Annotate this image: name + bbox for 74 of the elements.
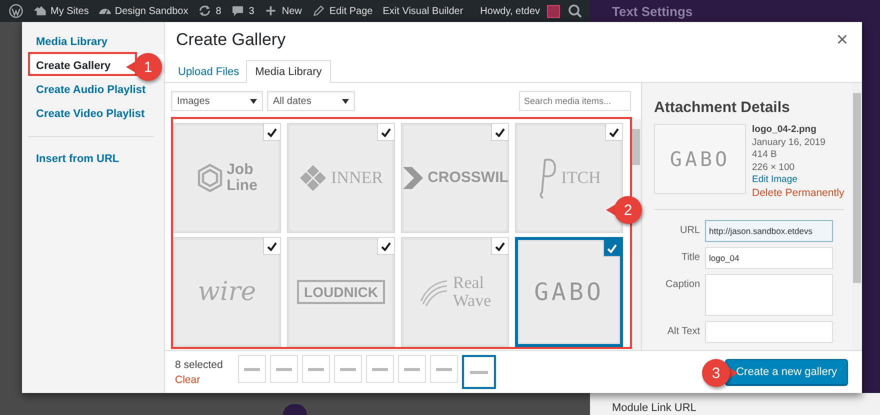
logo-text: GABO [534, 278, 604, 306]
houses-icon [33, 4, 46, 18]
comment-icon [231, 4, 245, 18]
chevron-mark-icon [402, 165, 424, 191]
field-label: Module Link URL [612, 402, 696, 414]
field-label: URL [678, 224, 700, 236]
edit-image-link[interactable]: Edit Image [752, 174, 844, 186]
sidebar-link[interactable]: Insert from URL [28, 136, 154, 171]
logo-text: ITCH [561, 169, 601, 187]
search-icon[interactable] [568, 4, 582, 18]
admin-bar-item[interactable]: My Sites [28, 0, 94, 22]
logo-text: wire [198, 277, 256, 307]
exit-builder-link[interactable]: Exit Visual Builder [378, 0, 468, 22]
pencil-icon [312, 4, 326, 18]
image-dimensions: 226 × 100 [752, 162, 796, 174]
logo-text: LOUDNICK [297, 280, 385, 304]
wordpress-icon[interactable] [9, 4, 23, 18]
logo-text: Real Wave [452, 274, 492, 310]
file-name: logo_04-2.png [752, 124, 818, 136]
logo-text: CROSSWIL [428, 170, 508, 186]
admin-bar-item[interactable]: Design Sandbox [94, 0, 194, 22]
avatar [547, 4, 560, 18]
panel-title: Text Settings [612, 4, 693, 19]
tab[interactable]: Upload Files [171, 60, 246, 83]
upload-date: January 16, 2019 [752, 136, 826, 149]
field-label: Caption [664, 278, 700, 290]
admin-bar-item[interactable]: New [259, 0, 307, 22]
field-label: Alt Text [666, 325, 700, 337]
refresh-icon [198, 4, 212, 18]
dialog-title: Create Gallery [176, 30, 286, 50]
caret-icon [342, 98, 349, 104]
sidebar-link[interactable]: Create Audio Playlist [28, 78, 164, 102]
check-icon[interactable] [606, 124, 622, 140]
tab[interactable]: Media Library [246, 60, 331, 83]
text-field[interactable]: http://jason.sandbox.etdevs [705, 220, 833, 242]
dropdown-value: Images [177, 96, 210, 106]
logo-text: INNER [331, 169, 383, 187]
caret-icon [250, 98, 257, 104]
text-field[interactable]: logo_04 [705, 247, 833, 269]
plus-icon [264, 4, 278, 18]
file-size: 414 B [752, 149, 778, 162]
search-field[interactable]: Search media items... [519, 91, 631, 111]
admin-bar-item[interactable]: Edit Page [306, 0, 378, 22]
selection-count: 8 selected [175, 358, 224, 370]
waves-mark-icon [418, 277, 449, 307]
dropdown-value: All dates [273, 96, 312, 106]
hexagon-mark-icon [196, 163, 223, 193]
check-icon[interactable] [264, 124, 280, 140]
check-icon[interactable] [604, 240, 620, 256]
create-gallery-button[interactable]: Create a new gallery [725, 359, 848, 385]
admin-bar-item[interactable]: 3 [226, 0, 260, 22]
filter-dropdown[interactable]: All dates [267, 91, 355, 111]
panel-heading: Attachment Details [654, 99, 791, 116]
script-p-icon [537, 156, 558, 200]
close-button[interactable]: × [832, 28, 852, 52]
greeting-text[interactable]: Howdy, etdev [475, 0, 545, 22]
sidebar-link[interactable]: Media Library [28, 30, 164, 54]
logo-text: GABO [670, 147, 730, 171]
selected-thumbnail[interactable] [462, 355, 496, 389]
text-field[interactable] [705, 321, 833, 343]
logo-text: Job Line [226, 162, 258, 194]
gauge-icon [98, 8, 111, 14]
filter-dropdown[interactable]: Images [171, 91, 263, 111]
check-icon[interactable] [264, 238, 280, 254]
check-icon[interactable] [378, 124, 394, 140]
field-label: Title [680, 251, 700, 263]
check-icon[interactable] [492, 238, 508, 254]
sidebar-link[interactable]: Create Video Playlist [28, 102, 164, 126]
admin-bar-item[interactable]: 8 [193, 0, 226, 22]
check-icon[interactable] [378, 238, 394, 254]
clear-link[interactable]: Clear [175, 374, 238, 386]
diamond-mark-icon [299, 164, 328, 192]
delete-link[interactable]: Delete Permanently [752, 186, 844, 199]
check-icon[interactable] [492, 124, 508, 140]
